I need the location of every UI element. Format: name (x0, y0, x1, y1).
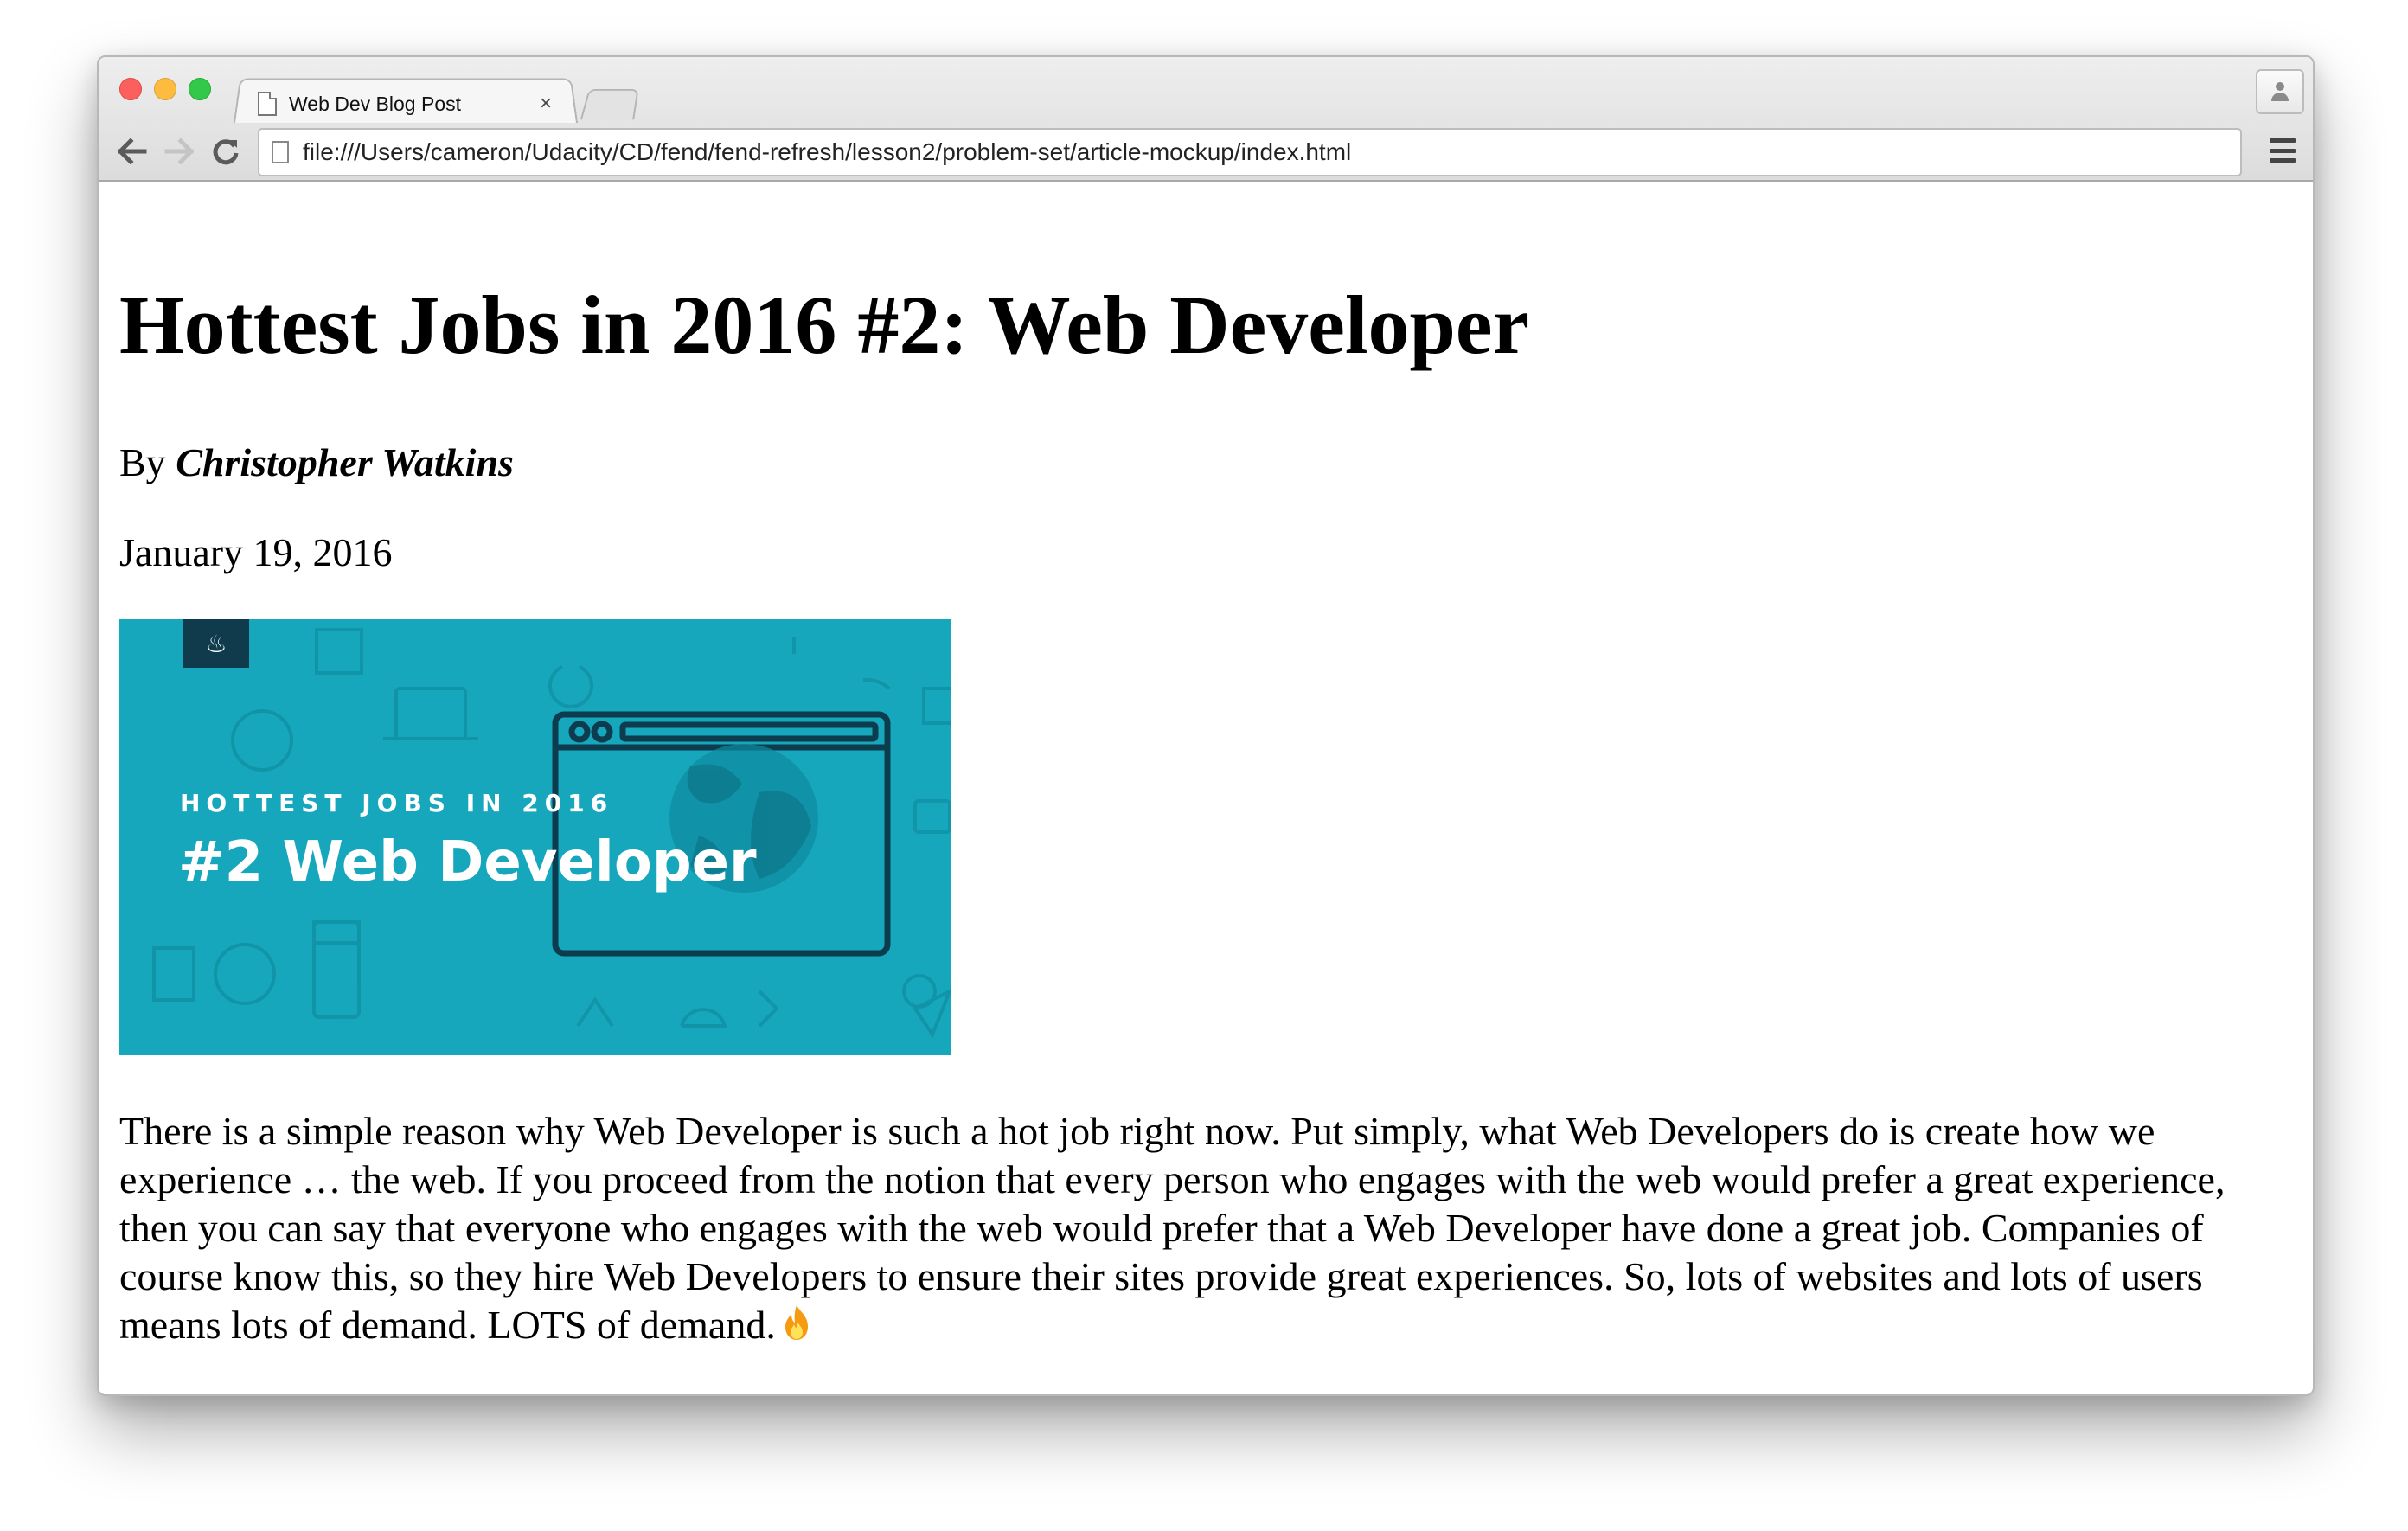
close-window-button[interactable] (119, 78, 142, 100)
hero-kicker: HOTTEST JOBS IN 2016 (180, 789, 614, 817)
tab-close-icon[interactable]: × (540, 92, 552, 116)
byline-prefix: By (119, 440, 176, 484)
tab-title: Web Dev Blog Post (289, 92, 462, 115)
article-body-text: There is a simple reason why Web Develop… (119, 1109, 2225, 1347)
article-body: There is a simple reason why Web Develop… (119, 1107, 2282, 1349)
browser-window: Web Dev Blog Post × file:///Users/camero… (97, 55, 2315, 1396)
hero-image: ♨ HOTTEST JOBS IN 2016 #2 Web Developer (119, 619, 951, 1055)
author-name: Christopher Watkins (176, 440, 514, 484)
profile-button[interactable] (2256, 69, 2304, 114)
zoom-window-button[interactable] (189, 78, 211, 100)
fire-emoji-icon (785, 1305, 808, 1340)
profile-icon (2271, 82, 2289, 101)
reload-icon[interactable] (202, 128, 249, 175)
byline: By Christopher Watkins (119, 439, 514, 485)
address-bar[interactable]: file:///Users/cameron/Udacity/CD/fend/fe… (258, 128, 2242, 176)
hero-badge: ♨ (183, 619, 249, 668)
url-text[interactable]: file:///Users/cameron/Udacity/CD/fend/fe… (303, 138, 1351, 166)
forward-arrow-icon[interactable] (156, 128, 202, 175)
back-arrow-icon[interactable] (109, 128, 156, 175)
flame-icon: ♨ (205, 629, 227, 658)
article-title: Hottest Jobs in 2016 #2: Web Developer (119, 279, 1530, 371)
page-icon (272, 141, 289, 163)
page-icon (258, 92, 277, 116)
browser-chrome: Web Dev Blog Post × file:///Users/camero… (99, 57, 2313, 182)
hero-headline: #2 Web Developer (178, 830, 757, 894)
hamburger-menu-icon[interactable] (2270, 138, 2296, 163)
minimize-window-button[interactable] (154, 78, 176, 100)
new-tab-button[interactable] (580, 89, 639, 120)
publish-date: January 19, 2016 (119, 530, 393, 574)
toolbar: file:///Users/cameron/Udacity/CD/fend/fe… (99, 123, 2313, 180)
